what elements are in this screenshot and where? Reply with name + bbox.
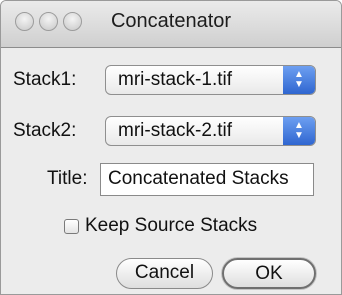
keep-source-stacks-label[interactable]: Keep Source Stacks <box>85 215 257 237</box>
cancel-button[interactable]: Cancel <box>116 258 213 289</box>
stack2-select[interactable]: mri-stack-2.tif ▲ ▼ <box>105 116 316 146</box>
stack2-selected-value: mri-stack-2.tif <box>118 120 232 141</box>
stack1-label: Stack1: <box>13 69 77 90</box>
title-input[interactable]: Concatenated Stacks <box>100 163 314 196</box>
stack2-label: Stack2: <box>13 120 77 141</box>
dialog-window: Concatenator Stack1: mri-stack-1.tif ▲ ▼ … <box>0 0 342 295</box>
stack1-select[interactable]: mri-stack-1.tif ▲ ▼ <box>105 65 316 95</box>
stack1-select-arrows-icon: ▲ ▼ <box>283 66 315 94</box>
window-title: Concatenator <box>110 10 232 32</box>
title-bar: Concatenator <box>1 1 341 48</box>
ok-button[interactable]: OK <box>222 258 316 289</box>
keep-source-stacks-checkbox[interactable] <box>64 219 79 234</box>
stack1-selected-value: mri-stack-1.tif <box>118 69 232 90</box>
title-label: Title: <box>47 168 88 189</box>
stack2-select-arrows-icon: ▲ ▼ <box>283 117 315 145</box>
